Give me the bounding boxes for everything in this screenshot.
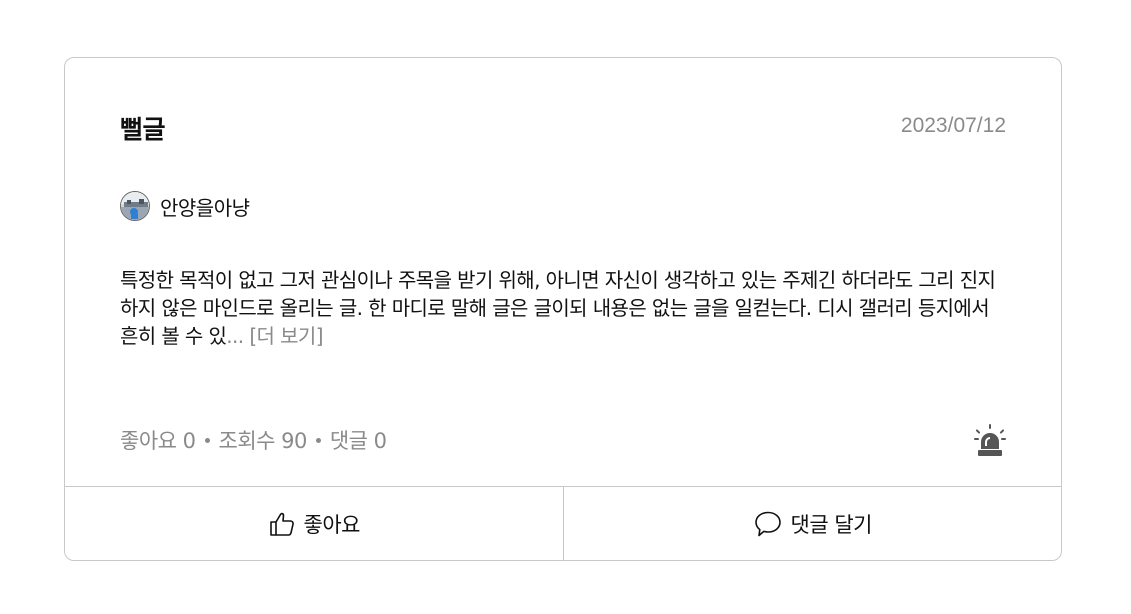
truncation-ellipsis: ... (226, 324, 244, 348)
post-date: 2023/07/12 (900, 114, 1006, 137)
author-info[interactable]: 안양을아냥 (120, 191, 250, 221)
thumbs-up-icon (269, 512, 294, 536)
speech-bubble-icon (754, 511, 781, 536)
post-card: 뻘글 2023/07/12 안양을아냥 특정한 목적이 없고 그저 관심이나 주… (64, 57, 1062, 561)
avatar[interactable] (120, 191, 150, 221)
read-more-link[interactable]: [더 보기] (249, 324, 323, 348)
siren-icon (974, 424, 1006, 456)
separator-dot (315, 437, 321, 443)
like-count: 좋아요 0 (120, 429, 196, 453)
comment-button-label: 댓글 달기 (790, 512, 873, 537)
comment-button[interactable]: 댓글 달기 (562, 487, 1062, 560)
author-name[interactable]: 안양을아냥 (160, 192, 250, 221)
post-title: 뻘글 (120, 115, 166, 144)
like-button-label: 좋아요 (303, 512, 361, 537)
avatar-image (121, 192, 149, 220)
post-content: 특정한 목적이 없고 그저 관심이나 주목을 받기 위해, 아니면 자신이 생각… (120, 266, 1010, 350)
post-actions: 좋아요 댓글 달기 (65, 486, 1061, 560)
view-count: 조회수 90 (218, 429, 308, 453)
post-stats: 좋아요 0 조회수 90 댓글 0 (120, 425, 387, 455)
comment-count: 댓글 0 (329, 429, 387, 453)
report-button[interactable] (974, 424, 1006, 458)
separator-dot (204, 437, 210, 443)
like-button[interactable]: 좋아요 (65, 487, 563, 560)
